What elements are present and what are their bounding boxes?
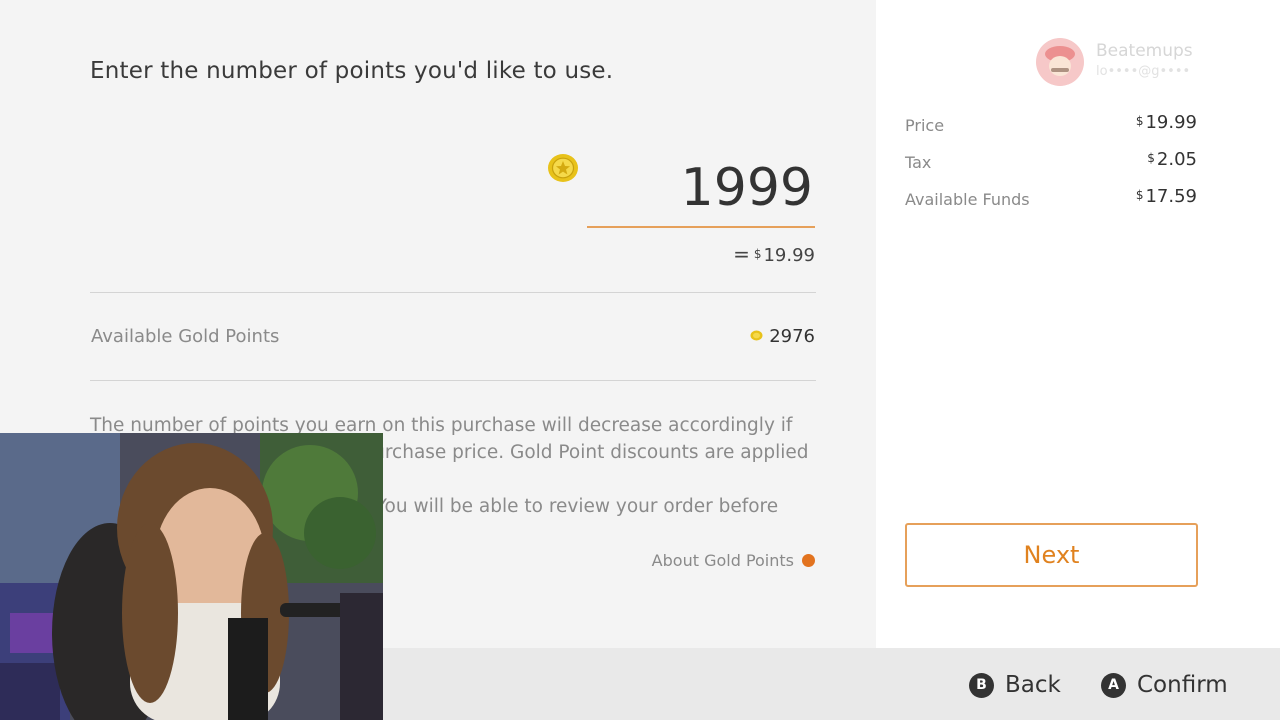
summary-value: $2.05 — [1147, 149, 1197, 170]
webcam-overlay — [0, 433, 383, 720]
available-points-value-row: 2976 — [600, 326, 815, 347]
points-input[interactable]: 1999 — [587, 150, 815, 228]
divider — [90, 292, 816, 293]
next-button[interactable]: Next — [905, 523, 1198, 587]
equals-sign: = — [733, 242, 750, 266]
tax-value: 2.05 — [1156, 149, 1197, 170]
summary-row-available-funds: Available Funds $17.59 — [905, 186, 1197, 210]
confirm-label: Confirm — [1137, 672, 1228, 698]
mario-avatar-icon — [1036, 38, 1084, 86]
summary-value: $19.99 — [1136, 112, 1197, 133]
webcam-figure — [0, 433, 383, 720]
currency-symbol: $ — [753, 247, 762, 261]
available-points-value: 2976 — [769, 326, 815, 347]
about-gold-points-label: About Gold Points — [651, 551, 794, 570]
about-gold-points-link[interactable]: About Gold Points — [600, 551, 815, 570]
currency-symbol: $ — [1135, 188, 1144, 202]
confirm-button[interactable]: A Confirm — [1101, 670, 1228, 700]
gold-coin-icon — [548, 154, 578, 182]
points-value: 1999 — [680, 158, 813, 218]
arrow-circle-icon — [802, 554, 815, 567]
summary-label: Tax — [905, 153, 932, 172]
available-points-label: Available Gold Points — [91, 326, 280, 347]
user-name: Beatemups — [1096, 41, 1193, 61]
points-equivalent: = $19.99 — [600, 242, 815, 266]
b-button-icon: B — [969, 672, 994, 698]
equivalent-amount: 19.99 — [763, 245, 815, 266]
user-avatar — [1036, 38, 1084, 86]
back-button[interactable]: B Back — [969, 670, 1061, 700]
gold-coin-icon — [750, 330, 763, 340]
summary-row-price: Price $19.99 — [905, 112, 1197, 136]
divider — [90, 380, 816, 381]
a-button-icon: A — [1101, 672, 1126, 698]
price-value: 19.99 — [1145, 112, 1197, 133]
summary-value: $17.59 — [1136, 186, 1197, 207]
back-label: Back — [1005, 672, 1061, 698]
currency-symbol: $ — [1147, 151, 1155, 165]
summary-label: Available Funds — [905, 190, 1030, 209]
currency-symbol: $ — [1135, 114, 1144, 128]
user-email: lo••••@g•••• — [1096, 64, 1191, 79]
summary-row-tax: Tax $2.05 — [905, 149, 1197, 173]
available-funds-value: 17.59 — [1145, 186, 1197, 207]
summary-label: Price — [905, 116, 945, 135]
page-title: Enter the number of points you'd like to… — [90, 58, 614, 84]
